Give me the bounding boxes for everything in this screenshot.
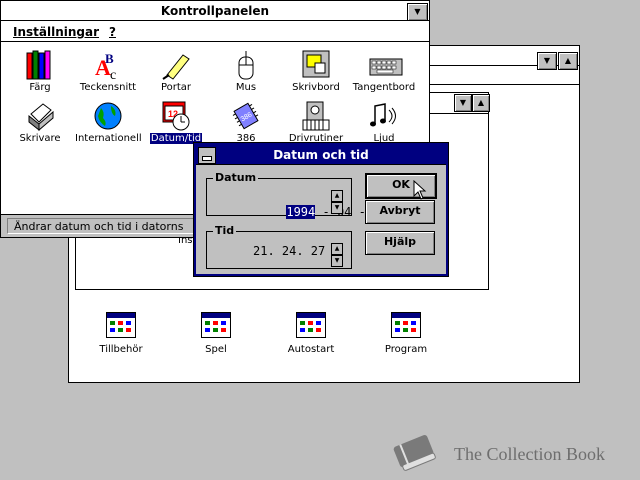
program-group-icon — [106, 312, 136, 338]
group-icon-spel[interactable]: Spel — [176, 312, 256, 355]
group-minimize-button[interactable]: ▼ — [454, 94, 472, 112]
chip-icon: 386 — [231, 100, 261, 130]
menu-help[interactable]: ? — [109, 25, 116, 39]
spin-up-icon[interactable]: ▲ — [331, 243, 343, 255]
group-label: Spel — [205, 344, 227, 355]
icon-label: Teckensnitt — [79, 82, 137, 93]
spin-down-icon[interactable]: ▼ — [331, 255, 343, 267]
program-group-icon — [296, 312, 326, 338]
time-label: Tid — [213, 224, 237, 237]
icon-skrivare[interactable]: Skrivare — [7, 100, 73, 144]
icon-label: Skrivare — [19, 133, 61, 144]
mouse-icon — [231, 49, 261, 80]
watermark: The Collection Book — [388, 430, 628, 471]
time-spinner[interactable]: ▲ ▼ — [331, 243, 343, 267]
minimize-button[interactable]: ▼ — [537, 52, 557, 70]
date-spinner[interactable]: ▲ ▼ — [331, 190, 343, 214]
book-icon — [388, 430, 440, 474]
printer-icon — [25, 100, 55, 132]
group-maximize-button[interactable]: ▲ — [472, 94, 490, 112]
port-connector-icon — [161, 49, 191, 80]
icon-mus[interactable]: Mus — [213, 49, 279, 93]
group-label: Program — [384, 344, 428, 355]
minimize-button[interactable]: ▼ — [407, 3, 428, 21]
sound-icon — [369, 100, 399, 130]
dialog-title[interactable]: Datum och tid — [196, 145, 446, 165]
maximize-button[interactable]: ▲ — [558, 52, 578, 70]
svg-text:B: B — [105, 51, 114, 66]
fonts-icon: ABc — [93, 49, 123, 83]
time-field[interactable]: 21. 24. 27 — [253, 244, 325, 258]
keyboard-icon — [369, 49, 403, 79]
icon-label: Mus — [235, 82, 257, 93]
date-time-dialog: Datum och tid Datum 1994 - 04 - 16 ▲ ▼ T… — [193, 142, 449, 277]
icon-portar[interactable]: Portar — [143, 49, 209, 93]
svg-text:c: c — [110, 68, 116, 81]
program-group-icon — [391, 312, 421, 338]
icon-drivrutiner[interactable]: Drivrutiner — [283, 100, 349, 144]
icon-label: Färg — [29, 82, 51, 93]
group-icon-program[interactable]: Program — [366, 312, 446, 355]
calendar-clock-icon: 12 — [161, 100, 191, 131]
icon-label: Tangentbord — [352, 82, 416, 93]
program-group-icon — [201, 312, 231, 338]
cancel-button[interactable]: Avbryt — [365, 200, 435, 224]
spin-up-icon[interactable]: ▲ — [331, 190, 343, 202]
menu-bar: Inställningar ? — [1, 22, 429, 42]
drivers-icon — [301, 100, 331, 131]
spin-down-icon[interactable]: ▼ — [331, 202, 343, 214]
crayons-icon — [25, 49, 55, 80]
icon-teckensnitt[interactable]: ABc Teckensnitt — [75, 49, 141, 93]
icon-label: Internationell — [75, 133, 142, 144]
icon-internationell[interactable]: Internationell — [75, 100, 142, 144]
group-label: Autostart — [287, 344, 335, 355]
globe-icon — [93, 100, 123, 130]
icon-label: Skrivbord — [292, 82, 340, 93]
icon-ljud[interactable]: Ljud — [351, 100, 417, 144]
date-label: Datum — [213, 171, 259, 184]
icon-skrivbord[interactable]: Skrivbord — [283, 49, 349, 93]
window-title[interactable]: Kontrollpanelen — [1, 1, 429, 21]
menu-installningar[interactable]: Inställningar — [13, 25, 99, 39]
icon-datum-tid[interactable]: 12 Datum/tid — [143, 100, 209, 144]
system-menu-box[interactable] — [198, 147, 216, 164]
icon-tangentbord[interactable]: Tangentbord — [351, 49, 417, 93]
group-label: Tillbehör — [99, 344, 143, 355]
group-icon-tillbehor[interactable]: Tillbehör — [81, 312, 161, 355]
mouse-pointer-icon — [413, 179, 427, 200]
group-icon-autostart[interactable]: Autostart — [271, 312, 351, 355]
desktop-icon — [301, 49, 331, 79]
time-group: Tid 21. 24. 27 ▲ ▼ — [206, 224, 352, 269]
icon-label: Portar — [160, 82, 192, 93]
icon-farg[interactable]: Färg — [7, 49, 73, 93]
date-group: Datum 1994 - 04 - 16 ▲ ▼ — [206, 171, 388, 219]
watermark-text: The Collection Book — [454, 444, 605, 464]
help-button[interactable]: Hjälp — [365, 231, 435, 255]
date-year[interactable]: 1994 — [286, 205, 316, 219]
